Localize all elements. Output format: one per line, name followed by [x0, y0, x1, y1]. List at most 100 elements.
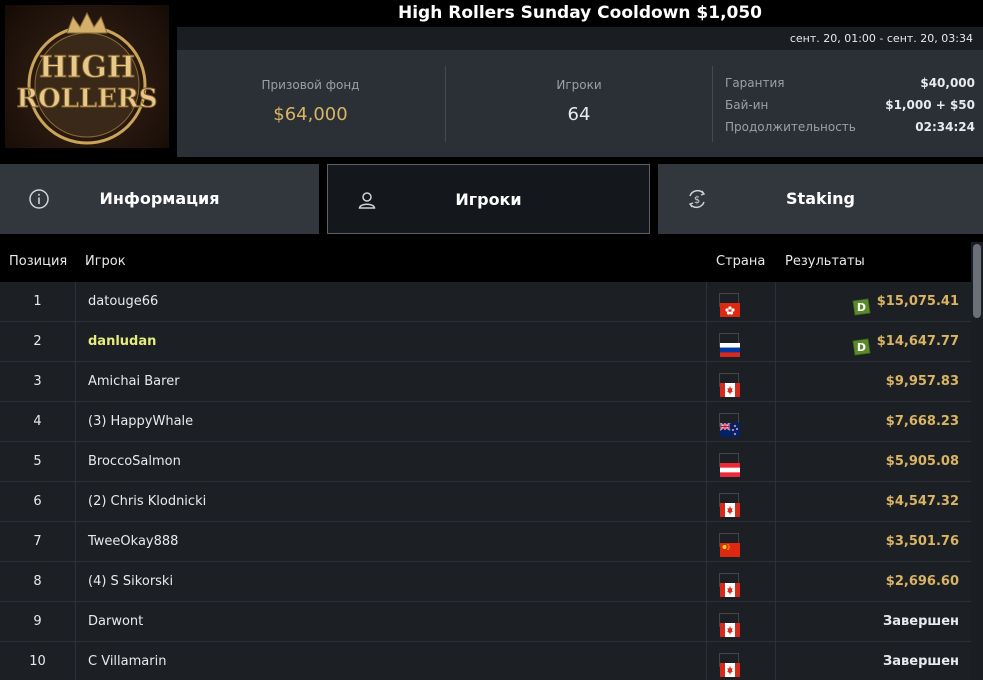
result-cell: Завершен: [776, 642, 971, 680]
table-row[interactable]: 6 (2) Chris Klodnicki $4,547.32: [0, 482, 971, 522]
tab-players[interactable]: Игроки: [327, 164, 650, 234]
table-row[interactable]: 8 (4) S Sikorski $2,696.60: [0, 562, 971, 602]
logo-text-rollers: ROLLERS: [16, 84, 157, 114]
position-cell: 4: [0, 402, 76, 441]
flag-cn-icon: [719, 533, 740, 557]
staking-badge-icon[interactable]: D: [851, 333, 871, 355]
position-cell: 3: [0, 362, 76, 401]
players-count-stat: Игроки 64: [445, 66, 713, 142]
country-cell: [707, 282, 776, 321]
table-row[interactable]: 7 TweeOkay888 $3,501.76: [0, 522, 971, 562]
table-row[interactable]: 5 BroccoSalmon $5,905.08: [0, 442, 971, 482]
country-cell: [707, 362, 776, 401]
result-cell: $7,668.23: [776, 402, 971, 441]
detail-label: Бай-ин: [725, 98, 769, 112]
position-cell: 7: [0, 522, 76, 561]
detail-label: Продолжительность: [725, 120, 856, 134]
player-name-cell[interactable]: Amichai Barer: [76, 362, 707, 401]
player-name-cell[interactable]: BroccoSalmon: [76, 442, 707, 481]
high-rollers-logo-image: HIGH ROLLERS: [5, 5, 169, 148]
prize-pool-label: Призовой фонд: [261, 78, 360, 92]
table-header: Позиция Игрок Страна Результаты: [0, 242, 971, 282]
tab-information[interactable]: Информация: [0, 164, 319, 234]
result-value: $14,647.77: [876, 334, 959, 349]
table-row[interactable]: 2 danludan D $14,647.77: [0, 322, 971, 362]
result-cell: D $14,647.77: [776, 322, 971, 361]
flag-ru-icon: [719, 333, 740, 357]
player-name-cell[interactable]: datouge66: [76, 282, 707, 321]
table-body: 1 datouge66 D $15,075.41 2 danludan D $14,647.7…: [0, 282, 971, 680]
result-value: $4,547.32: [885, 494, 959, 509]
country-cell: [707, 322, 776, 361]
position-cell: 2: [0, 322, 76, 361]
result-cell: Завершен: [776, 602, 971, 641]
flag-nz-icon: [719, 413, 740, 437]
flag-ca-icon: [719, 493, 740, 517]
staking-badge-icon[interactable]: D: [851, 293, 871, 315]
country-cell: [707, 602, 776, 641]
table-scrollbar[interactable]: [971, 242, 983, 680]
flag-hk-icon: [719, 293, 740, 317]
tab-label: Информация: [99, 189, 220, 208]
country-cell: [707, 482, 776, 521]
tournament-dates: сент. 20, 01:00 - сент. 20, 03:34: [177, 27, 983, 50]
flag-ca-icon: [719, 613, 740, 637]
prize-pool-value: $64,000: [273, 104, 348, 125]
prize-pool-stat: Призовой фонд $64,000: [177, 66, 444, 142]
table-row[interactable]: 1 datouge66 D $15,075.41: [0, 282, 971, 322]
tournament-logo: HIGH ROLLERS: [0, 0, 177, 157]
position-cell: 5: [0, 442, 76, 481]
position-cell: 9: [0, 602, 76, 641]
header-results[interactable]: Результаты: [776, 242, 971, 282]
players-count-label: Игроки: [556, 78, 602, 92]
flag-ca-icon: [719, 653, 740, 677]
date-range: сент. 20, 01:00 - сент. 20, 03:34: [789, 32, 973, 45]
detail-value: $40,000: [920, 76, 975, 90]
player-name-cell[interactable]: (3) HappyWhale: [76, 402, 707, 441]
player-name-cell[interactable]: C Villamarin: [76, 642, 707, 680]
tournament-title: High Rollers Sunday Cooldown $1,050: [177, 0, 983, 27]
result-value: $2,696.60: [885, 574, 959, 589]
logo-text-high: HIGH: [39, 50, 135, 85]
svg-text:D: D: [857, 341, 866, 354]
player-name-cell[interactable]: danludan: [76, 322, 707, 361]
flag-ca-icon: [719, 373, 740, 397]
tab-bar: Информация Игроки $ Staking: [0, 164, 983, 234]
header-country[interactable]: Страна: [707, 242, 776, 282]
result-cell: $9,957.83: [776, 362, 971, 401]
tab-label: Staking: [786, 189, 855, 208]
table-row[interactable]: 3 Amichai Barer $9,957.83: [0, 362, 971, 402]
detail-duration: Продолжительность 02:34:24: [725, 116, 975, 138]
result-value: $7,668.23: [885, 414, 959, 429]
result-value: $3,501.76: [885, 534, 959, 549]
table-row[interactable]: 9 Darwont Завершен: [0, 602, 971, 642]
country-cell: [707, 562, 776, 601]
tab-staking[interactable]: $ Staking: [658, 164, 983, 234]
country-cell: [707, 442, 776, 481]
result-value: Завершен: [883, 614, 959, 629]
result-value: $15,075.41: [876, 294, 959, 309]
detail-value: $1,000 + $50: [885, 98, 975, 112]
tournament-details: Гарантия $40,000 Бай-ин $1,000 + $50 Про…: [725, 72, 975, 138]
detail-value: 02:34:24: [915, 120, 975, 134]
header-position[interactable]: Позиция: [0, 242, 76, 282]
svg-text:D: D: [857, 301, 866, 314]
country-cell: [707, 402, 776, 441]
players-table: Позиция Игрок Страна Результаты 1 datouge…: [0, 242, 971, 680]
flag-ca-icon: [719, 573, 740, 597]
scrollbar-thumb[interactable]: [973, 244, 981, 318]
player-name-cell[interactable]: TweeOkay888: [76, 522, 707, 561]
player-name-cell[interactable]: (4) S Sikorski: [76, 562, 707, 601]
result-value: $9,957.83: [885, 374, 959, 389]
result-cell: D $15,075.41: [776, 282, 971, 321]
player-name-cell[interactable]: (2) Chris Klodnicki: [76, 482, 707, 521]
table-row[interactable]: 4 (3) HappyWhale $7,668.23: [0, 402, 971, 442]
position-cell: 8: [0, 562, 76, 601]
country-cell: [707, 522, 776, 561]
result-cell: $4,547.32: [776, 482, 971, 521]
header-player[interactable]: Игрок: [76, 242, 707, 282]
table-row[interactable]: 10 C Villamarin Завершен: [0, 642, 971, 680]
tournament-stats-panel: Призовой фонд $64,000 Игроки 64 Гарантия…: [177, 50, 983, 157]
player-name-cell[interactable]: Darwont: [76, 602, 707, 641]
tab-label: Игроки: [455, 190, 522, 209]
